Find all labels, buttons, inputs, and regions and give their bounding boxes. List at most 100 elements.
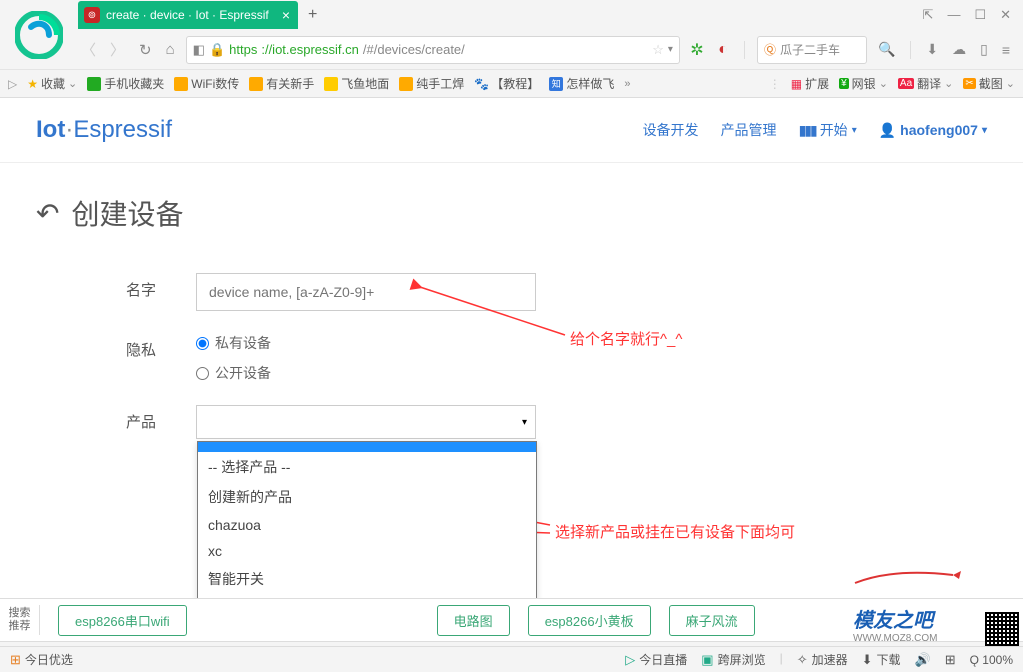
shot-label: 截图 — [979, 75, 1003, 92]
nav-product-mgmt[interactable]: 产品管理 — [721, 120, 777, 140]
label-name: 名字 — [126, 273, 196, 300]
tab-favicon: ⊚ — [84, 7, 100, 23]
status-cross-label: 跨屏浏览 — [718, 651, 766, 668]
menu-icon[interactable]: ≡ — [999, 42, 1013, 58]
dropdown-option[interactable]: ww — [198, 594, 536, 598]
device-name-input[interactable] — [196, 273, 536, 311]
separator — [910, 41, 911, 59]
status-live-label: 今日直播 — [639, 651, 687, 668]
bank-icon: ¥ — [839, 78, 849, 89]
address-dropdown-icon[interactable]: ▾ — [668, 44, 673, 55]
watermark-logo: 模友之吧 WWW.MOZ8.COM — [853, 563, 983, 644]
status-cross-screen[interactable]: ▣跨屏浏览 — [701, 651, 765, 668]
bm-label: WiFi数传 — [191, 75, 239, 92]
bookmarks-toggle-icon[interactable]: ▷ — [8, 77, 17, 91]
search-icon[interactable]: 🔍 — [875, 41, 898, 58]
watermark-sub: WWW.MOZ8.COM — [853, 633, 983, 644]
window-minimize-icon[interactable]: — — [947, 7, 960, 23]
bookmark-item[interactable]: 飞鱼地面 — [324, 75, 389, 92]
dropdown-option[interactable]: xc — [198, 538, 536, 564]
back-arrow-icon[interactable]: ↶ — [36, 197, 59, 230]
bookmark-item[interactable]: 🐾【教程】 — [474, 75, 539, 92]
status-live[interactable]: ▷今日直播 — [625, 651, 687, 668]
download-icon: ⬇ — [862, 652, 873, 668]
bm-label: 飞鱼地面 — [341, 75, 389, 92]
window-close-icon[interactable]: ✕ — [1000, 7, 1011, 23]
extensions-button[interactable]: ▦扩展 — [791, 75, 829, 92]
nav-start-label: 开始 — [820, 120, 848, 140]
translate-icon: Aa — [898, 78, 914, 89]
browser-tab-active[interactable]: ⊚ create · device · Iot · Espressif × — [78, 1, 298, 29]
radio-private-input[interactable] — [196, 337, 209, 350]
phone-icon[interactable]: ▯ — [977, 41, 991, 58]
radio-public[interactable]: 公开设备 — [196, 363, 271, 383]
radio-private[interactable]: 私有设备 — [196, 333, 271, 353]
dropdown-option-blank[interactable] — [198, 442, 536, 452]
bookmarks-more-icon[interactable]: » — [624, 78, 630, 90]
page-title: ↶ 创建设备 — [36, 193, 987, 233]
status-zoom[interactable]: Ǫ 100% — [970, 651, 1013, 668]
bm-label: 有关新手 — [266, 75, 314, 92]
radio-private-label: 私有设备 — [215, 333, 271, 353]
status-accelerator[interactable]: ✧加速器 — [797, 651, 848, 668]
caret-down-icon: ▾ — [982, 125, 987, 136]
dropdown-option[interactable]: chazuoa — [198, 512, 536, 538]
chevron-down-icon: ⌄ — [68, 77, 77, 90]
tab-close-icon[interactable]: × — [282, 7, 290, 23]
bars-icon: ▮▮▮ — [799, 122, 816, 139]
bookmark-item[interactable]: 有关新手 — [249, 75, 314, 92]
chevron-down-icon: ⌄ — [1006, 77, 1015, 90]
nav-device-dev[interactable]: 设备开发 — [643, 120, 699, 140]
status-apps[interactable]: ⊞ — [945, 651, 956, 668]
bank-button[interactable]: ¥网银 ⌄ — [839, 75, 888, 92]
window-maximize-icon[interactable]: ☐ — [974, 7, 986, 23]
sr-pill[interactable]: esp8266小黄板 — [528, 605, 651, 636]
product-select[interactable]: ▾ -- 选择产品 -- 创建新的产品 chazuoa xc 智能开关 ww — [196, 405, 536, 439]
label-product: 产品 — [126, 405, 196, 432]
url-protocol: https — [229, 42, 257, 57]
bookmark-item[interactable]: 知怎样做飞 — [549, 75, 614, 92]
bank-label: 网银 — [852, 75, 876, 92]
browser-logo — [8, 4, 70, 66]
qr-code — [985, 612, 1019, 646]
status-volume[interactable]: 🔊 — [915, 651, 931, 668]
bookmark-item[interactable]: WiFi数传 — [174, 75, 239, 92]
ext-icon-2[interactable]: ◐ — [714, 41, 732, 59]
bookmark-favorites[interactable]: ★收藏 ⌄ — [27, 75, 77, 92]
ext-icon-1[interactable]: ✲ — [688, 41, 706, 59]
screenshot-button[interactable]: ✂截图 ⌄ — [963, 75, 1015, 92]
sr-pill[interactable]: esp8266串口wifi — [58, 605, 187, 636]
bookmark-item[interactable]: 纯手工焊 — [399, 75, 464, 92]
status-download[interactable]: ⬇下载 — [862, 651, 901, 668]
sr-pill[interactable]: 麻子风流 — [669, 605, 755, 636]
bm-label: 【教程】 — [491, 75, 539, 92]
download-icon[interactable]: ⬇ — [923, 41, 941, 58]
nav-user[interactable]: 👤 haofeng007 ▾ — [879, 120, 987, 140]
nav-home-icon[interactable]: ⌂ — [163, 41, 178, 58]
star-icon: ★ — [27, 77, 38, 91]
bookmark-star-icon[interactable]: ☆ — [652, 42, 664, 58]
nav-forward-icon[interactable]: 〉 — [107, 39, 128, 60]
annotation-text-2: 选择新产品或挂在已有设备下面均可 — [555, 521, 795, 542]
nav-reload-icon[interactable]: ↻ — [136, 41, 155, 59]
status-today[interactable]: ⊞今日优选 — [10, 651, 73, 668]
dropdown-option-create[interactable]: 创建新的产品 — [198, 482, 536, 512]
bookmark-item[interactable]: 手机收藏夹 — [87, 75, 164, 92]
new-tab-button[interactable]: + — [308, 6, 317, 24]
address-bar[interactable]: ◧ 🔒 https://iot.espressif.cn/#/devices/c… — [186, 36, 680, 64]
product-dropdown: -- 选择产品 -- 创建新的产品 chazuoa xc 智能开关 ww — [197, 441, 537, 598]
status-dl-label: 下载 — [877, 651, 901, 668]
dropdown-option-select[interactable]: -- 选择产品 -- — [198, 452, 536, 482]
sr-pill[interactable]: 电路图 — [437, 605, 510, 636]
brand-logo[interactable]: Iot·Espressif — [36, 116, 172, 144]
dropdown-option[interactable]: 智能开关 — [198, 564, 536, 594]
search-box[interactable]: Ⓠ 瓜子二手车 — [757, 36, 867, 64]
window-pin-icon[interactable]: ⇱ — [923, 7, 934, 23]
radio-public-input[interactable] — [196, 367, 209, 380]
nav-back-icon[interactable]: 〈 — [78, 39, 99, 60]
cloud-icon[interactable]: ☁ — [949, 41, 969, 58]
bm-fav-label: 收藏 — [41, 75, 65, 92]
translate-button[interactable]: Aa翻译 ⌄ — [898, 75, 953, 92]
brand-esp: Espressif — [73, 116, 172, 143]
nav-start[interactable]: ▮▮▮ 开始 ▾ — [799, 120, 857, 140]
